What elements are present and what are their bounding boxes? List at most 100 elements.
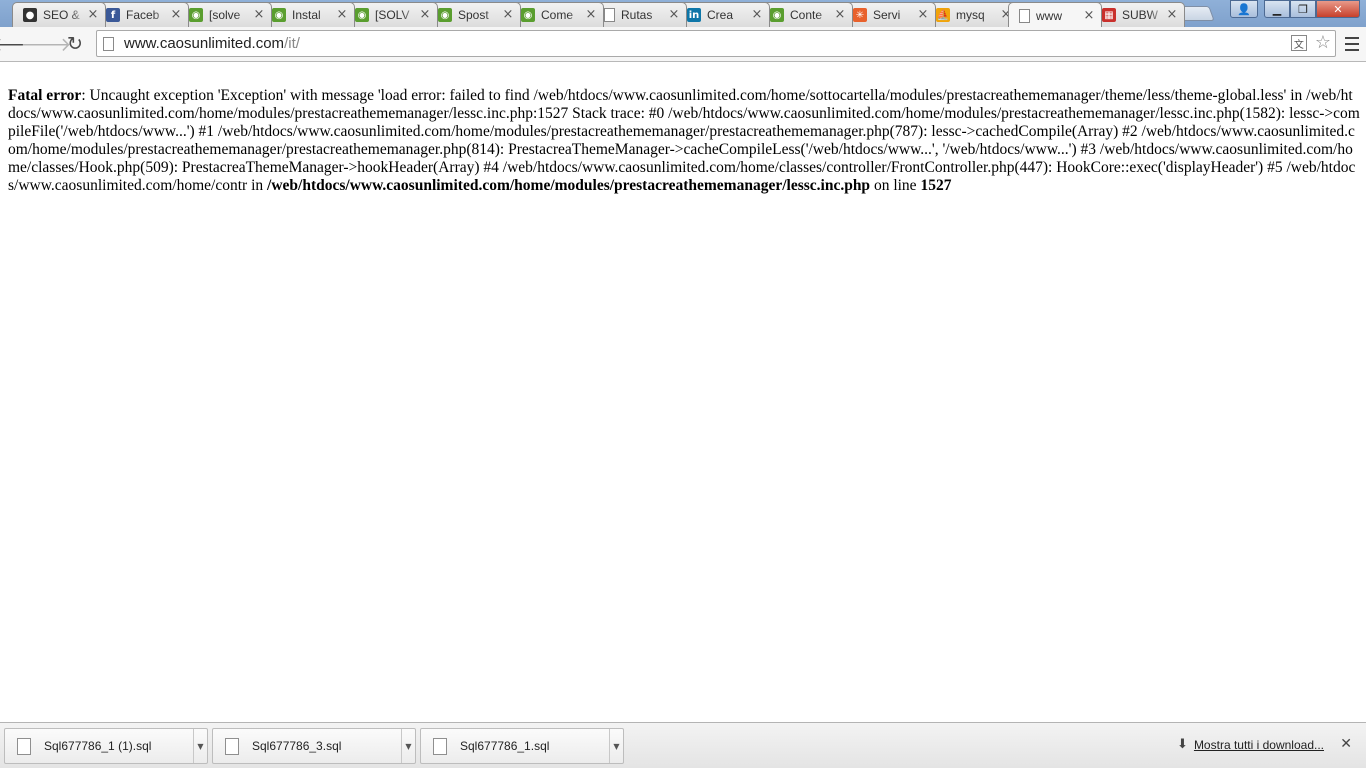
tab-title: Come <box>541 8 574 22</box>
tab-title: SEO & <box>43 8 80 22</box>
tab-close-icon[interactable]: × <box>668 7 680 22</box>
menu-bar-icon <box>1345 49 1359 51</box>
tab[interactable]: in Crea × <box>676 2 770 27</box>
close-download-shelf-button[interactable]: ✕ <box>1340 736 1352 752</box>
facebook-icon: f <box>106 8 120 22</box>
tab-close-icon[interactable]: × <box>917 7 929 22</box>
translate-icon[interactable]: 文 <box>1290 35 1307 51</box>
tab-close-icon[interactable]: × <box>170 7 182 22</box>
tab-title: [solve <box>209 8 241 22</box>
tab-title: Instal <box>292 8 321 22</box>
show-all-downloads[interactable]: ⬇ Mostra tutti i download... <box>1177 737 1324 752</box>
reload-button[interactable]: ↻ <box>63 32 87 56</box>
download-menu-button[interactable]: ▼ <box>609 729 623 763</box>
prestashop-icon: ◉ <box>272 8 286 22</box>
tab[interactable]: f Faceb × <box>95 2 189 27</box>
tab-title: www <box>1036 8 1062 23</box>
file-icon <box>17 737 31 755</box>
tab-title: Faceb <box>126 8 160 22</box>
tab-title: [SOLV <box>375 8 410 22</box>
address-bar[interactable]: www.caosunlimited.com/it/ 文 ☆ <box>96 30 1336 57</box>
browser-toolbar: 🡐 🡒 ↻ www.caosunlimited.com/it/ 文 ☆ <box>0 27 1366 62</box>
tab[interactable]: www × <box>1008 2 1102 27</box>
chevron-down-icon: ▼ <box>197 741 204 751</box>
github-icon: ● <box>23 8 37 22</box>
tab-title: Spost <box>458 8 489 22</box>
error-label: Fatal error <box>8 87 82 104</box>
tab[interactable]: ▦ SUBW × <box>1091 2 1185 27</box>
subway-icon: ▦ <box>1102 8 1116 22</box>
tab[interactable]: Rutas × <box>593 2 687 27</box>
download-menu-button[interactable]: ▼ <box>401 729 415 763</box>
menu-bar-icon <box>1345 37 1359 39</box>
linkedin-icon: in <box>687 8 701 22</box>
tab[interactable]: ◉ Spost × <box>427 2 521 27</box>
close-icon: ✕ <box>1340 736 1352 752</box>
tab-close-icon[interactable]: × <box>834 7 846 22</box>
tab-title: Rutas <box>621 8 653 22</box>
tab[interactable]: ● SEO & × <box>12 2 106 27</box>
bookmark-star-icon[interactable]: ☆ <box>1315 34 1331 52</box>
chevron-down-icon: ▼ <box>613 741 620 751</box>
tab-close-icon[interactable]: × <box>1083 8 1095 23</box>
tab[interactable]: ◉ Instal × <box>261 2 355 27</box>
tab[interactable]: ✳ Servi × <box>842 2 936 27</box>
minimize-button[interactable]: ▁ <box>1264 0 1290 18</box>
tab[interactable]: ◉ [SOLV × <box>344 2 438 27</box>
url-path: /it/ <box>284 35 300 52</box>
tab-close-icon[interactable]: × <box>585 7 597 22</box>
page-content: Fatal error: Uncaught exception 'Excepti… <box>8 87 1360 195</box>
download-arrow-icon: ⬇ <box>1177 737 1188 752</box>
tab-close-icon[interactable]: × <box>336 7 348 22</box>
tab-title: mysq <box>956 8 985 22</box>
error-on-line: on line <box>870 177 921 194</box>
close-window-button[interactable]: ✕ <box>1316 0 1360 18</box>
phpmyadmin-icon: ⛵ <box>936 8 950 22</box>
tab[interactable]: ◉ [solve × <box>178 2 272 27</box>
tab-close-icon[interactable]: × <box>87 7 99 22</box>
tab[interactable]: ◉ Conte × <box>759 2 853 27</box>
download-shelf: Sql677786_1 (1).sql ▼ Sql677786_3.sql ▼ … <box>0 722 1366 768</box>
maximize-button[interactable]: ❐ <box>1290 0 1316 18</box>
tab[interactable]: ◉ Come × <box>510 2 604 27</box>
tab[interactable]: ⛵ mysq × <box>925 2 1019 27</box>
url-text[interactable]: www.caosunlimited.com/it/ <box>124 35 300 52</box>
download-filename: Sql677786_1 (1).sql <box>44 739 152 753</box>
error-line-number: 1527 <box>920 177 952 194</box>
tab-close-icon[interactable]: × <box>419 7 431 22</box>
chevron-down-icon: ▼ <box>405 741 412 751</box>
tab-title: Servi <box>873 8 901 22</box>
download-menu-button[interactable]: ▼ <box>193 729 207 763</box>
tab-close-icon[interactable]: × <box>1166 7 1178 22</box>
tab-title: Crea <box>707 8 734 22</box>
chrome-menu-button[interactable] <box>1344 35 1360 53</box>
show-all-downloads-link[interactable]: Mostra tutti i download... <box>1194 738 1324 752</box>
tab-close-icon[interactable]: × <box>253 7 265 22</box>
file-icon <box>225 737 239 755</box>
download-filename: Sql677786_1.sql <box>460 739 550 753</box>
user-profile-icon[interactable]: 👤 <box>1230 0 1258 18</box>
error-file: /web/htdocs/www.caosunlimited.com/home/m… <box>267 177 871 194</box>
tab-close-icon[interactable]: × <box>502 7 514 22</box>
prestashop-icon: ◉ <box>189 8 203 22</box>
download-item[interactable]: Sql677786_3.sql ▼ <box>212 728 416 764</box>
page-icon <box>604 8 615 22</box>
tab-title: Conte <box>790 8 823 22</box>
url-host: www.caosunlimited.com <box>124 35 285 52</box>
prestashop-icon: ◉ <box>521 8 535 22</box>
page-icon <box>103 36 114 51</box>
forward-button[interactable]: 🡒 <box>21 32 72 56</box>
page-icon <box>1019 8 1030 23</box>
address-bar-actions: 文 ☆ <box>1290 34 1331 52</box>
prestashop-icon: ◉ <box>355 8 369 22</box>
reload-icon: ↻ <box>67 33 83 55</box>
download-filename: Sql677786_3.sql <box>252 739 342 753</box>
download-item[interactable]: Sql677786_1.sql ▼ <box>420 728 624 764</box>
download-item[interactable]: Sql677786_1 (1).sql ▼ <box>4 728 208 764</box>
window-controls: 👤 ▁ ❐ ✕ <box>1230 0 1360 18</box>
tab-close-icon[interactable]: × <box>751 7 763 22</box>
tab-strip: ● SEO & × f Faceb × ◉ [solve × ◉ Instal × ◉ [SOLV × ◉ Sp… <box>0 0 1366 27</box>
prestashop-icon: ◉ <box>770 8 784 22</box>
file-icon <box>433 737 447 755</box>
menu-bar-icon <box>1345 43 1359 45</box>
